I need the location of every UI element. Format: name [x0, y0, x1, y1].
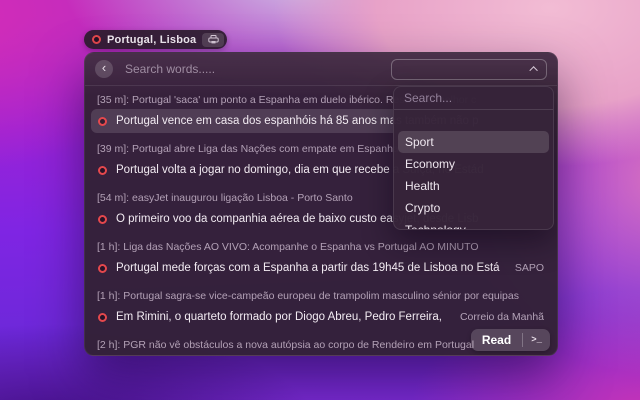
news-article[interactable]: Portugal mede forças com a Espanha a par… — [91, 256, 551, 280]
headline-text: [1 h]: Liga das Nações AO VIVO: Acompanh… — [97, 241, 479, 253]
article-text: Em Rimini, o quarteto formado por Diogo … — [116, 311, 445, 323]
dropdown-option-crypto[interactable]: Crypto — [398, 197, 549, 219]
dropdown-empty-option[interactable] — [394, 110, 553, 131]
news-headline[interactable]: [1 h]: Liga das Nações AO VIVO: Acompanh… — [97, 240, 545, 254]
category-dropdown-panel: Search... Sport Economy Health Crypto Te… — [393, 86, 554, 230]
terminal-icon[interactable]: >_ — [523, 335, 550, 345]
window-header: ‹ Search words..... — [85, 53, 557, 86]
read-split-button: Read >_ — [470, 329, 550, 351]
dropdown-option-technology[interactable]: Technology — [398, 219, 549, 229]
category-combobox[interactable] — [391, 58, 547, 80]
news-article[interactable]: Em Rimini, o quarteto formado por Diogo … — [91, 305, 551, 329]
printer-button[interactable] — [202, 32, 225, 47]
unread-ring-icon — [98, 263, 107, 273]
dropdown-option-sport[interactable]: Sport — [398, 131, 549, 153]
chevron-up-icon — [529, 66, 538, 75]
article-source: SAPO — [514, 262, 544, 274]
dropdown-search-input[interactable]: Search... — [394, 87, 553, 110]
location-pill[interactable]: Portugal, Lisboa — [84, 30, 228, 49]
printer-icon — [208, 35, 219, 44]
read-button[interactable]: Read — [471, 333, 522, 347]
news-headline[interactable]: [1 h]: Portugal sagra-se vice-campeão eu… — [97, 289, 545, 303]
location-label: Portugal, Lisboa — [107, 33, 197, 46]
unread-ring-icon — [98, 116, 107, 126]
back-button[interactable]: ‹ — [95, 60, 113, 78]
headline-text: [39 m]: Portugal abre Liga das Nações co… — [97, 143, 399, 155]
unread-ring-icon — [98, 165, 107, 175]
dropdown-option-health[interactable]: Health — [398, 175, 549, 197]
news-reader-window: ‹ Search words..... [35 m]: Portugal 'sa… — [84, 52, 558, 356]
unread-ring-icon — [98, 214, 107, 224]
headline-text: [54 m]: easyJet inaugurou ligação Lisboa… — [97, 192, 353, 204]
headline-text: [2 h]: PGR não vê obstáculos a nova autó… — [97, 339, 475, 351]
dropdown-option-economy[interactable]: Economy — [398, 153, 549, 175]
article-source: Correio da Manhã — [459, 311, 544, 323]
search-input[interactable]: Search words..... — [125, 62, 391, 76]
unread-ring-icon — [98, 312, 107, 322]
article-text: Portugal mede forças com a Espanha a par… — [116, 262, 500, 274]
record-ring-icon — [92, 35, 101, 44]
headline-text: [1 h]: Portugal sagra-se vice-campeão eu… — [97, 290, 519, 302]
